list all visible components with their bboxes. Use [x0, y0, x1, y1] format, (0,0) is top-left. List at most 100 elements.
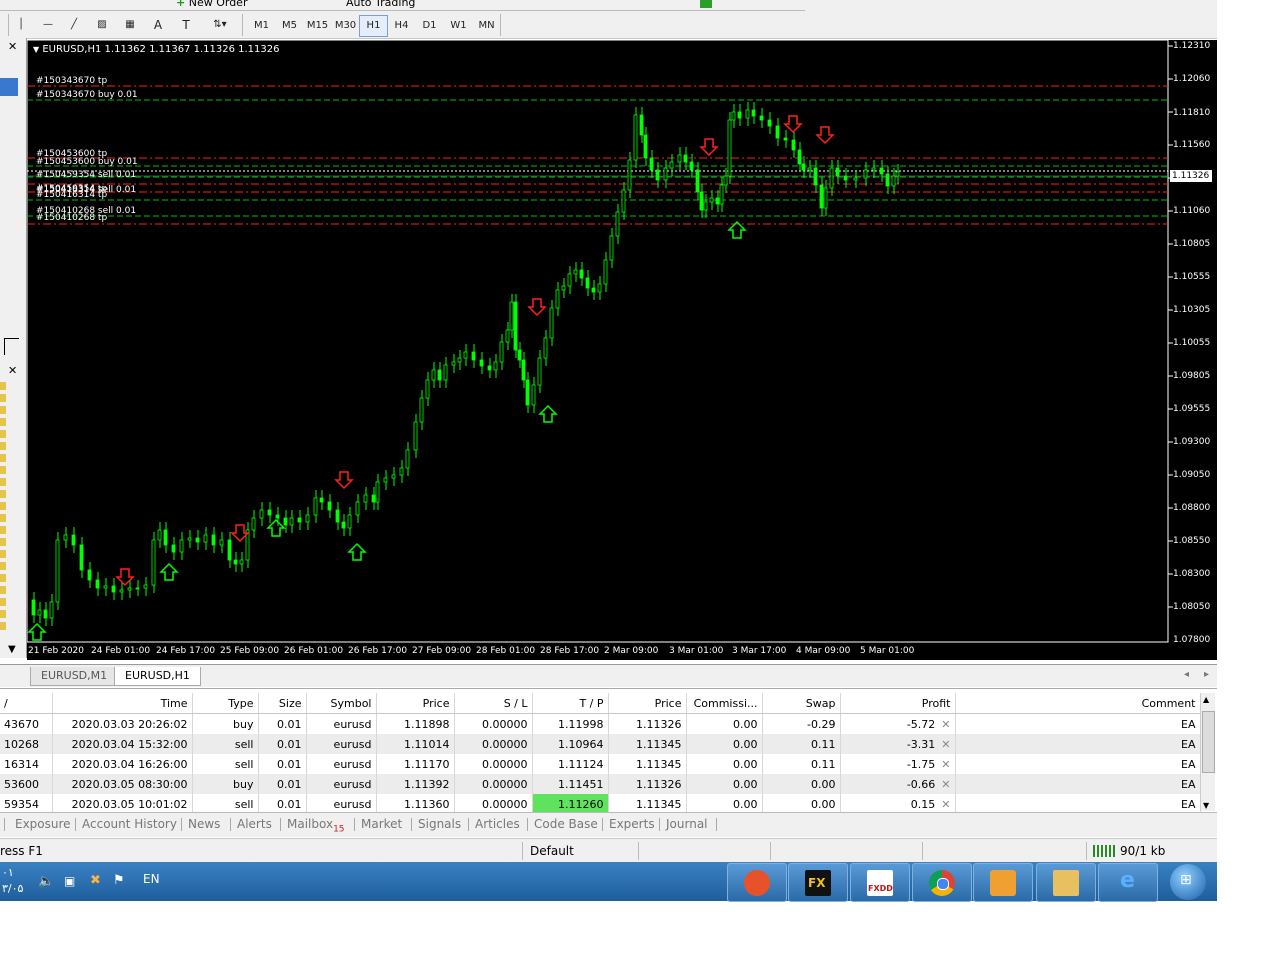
table-row[interactable]: 53600 2020.03.05 08:30:00 buy 0.01 eurusd 1.1… — [0, 774, 1201, 794]
new-order-label: New Order — [188, 0, 248, 9]
column-header[interactable]: Swap — [762, 693, 841, 714]
close-order-icon[interactable]: ✕ — [941, 778, 950, 791]
candle-body — [425, 379, 430, 399]
cell-text: 0.01 — [277, 797, 302, 811]
taskbar-app-red[interactable] — [727, 863, 787, 902]
table-row[interactable]: 10268 2020.03.04 15:32:00 sell 0.01 eurusd 1.… — [0, 734, 1201, 754]
column-header[interactable]: T / P — [532, 693, 609, 714]
timeframe-m5-button[interactable]: M5 — [275, 15, 304, 37]
timeframe-w1-button[interactable]: W1 — [444, 15, 473, 37]
close-order-icon[interactable]: ✕ — [941, 798, 950, 811]
terminal-tab-journal[interactable]: Journal — [666, 816, 708, 832]
scroll-right-icon[interactable]: ▸ — [1204, 669, 1209, 680]
auto-trading-button[interactable]: Auto Trading — [346, 0, 415, 9]
cell-text: 0.15 — [910, 797, 936, 811]
column-header[interactable]: Price — [608, 693, 687, 714]
timeframe-h1-button[interactable]: H1 — [359, 15, 388, 37]
terminal-tab-alerts[interactable]: Alerts — [237, 816, 272, 832]
table-row[interactable]: 43670 2020.03.03 20:26:02 buy 0.01 eurusd 1.1… — [0, 713, 1201, 734]
taskbar-app-fx[interactable]: FX — [788, 863, 848, 902]
column-header[interactable]: Size — [258, 693, 307, 714]
channel-icon[interactable]: ▨ — [92, 14, 112, 36]
taskbar-app-ie[interactable]: e — [1098, 863, 1158, 902]
timeframe-m15-button[interactable]: M15 — [303, 15, 332, 37]
column-header[interactable]: Comment — [955, 693, 1201, 714]
volume-icon[interactable]: 🔈 — [38, 874, 54, 889]
terminal-tab-market[interactable]: Market — [361, 816, 402, 832]
table-body: 43670 2020.03.03 20:26:02 buy 0.01 eurusd 1.1… — [0, 713, 1201, 814]
table-cell: 1.11345 — [608, 794, 687, 814]
tab-eurusd-h1[interactable]: EURUSD,H1 — [114, 667, 201, 686]
flag-icon[interactable]: ⚑ — [113, 873, 125, 888]
text-icon[interactable]: A — [150, 14, 166, 36]
scroll-down-icon[interactable]: ▼ — [1203, 801, 1209, 810]
scroll-down-icon[interactable]: ▼ — [8, 644, 16, 655]
table-row[interactable]: 16314 2020.03.04 16:26:00 sell 0.01 eurusd 1.… — [0, 754, 1201, 774]
terminal-tab-signals[interactable]: Signals — [418, 816, 461, 832]
tab-eurusd-m1[interactable]: EURUSD,M1 — [30, 667, 119, 686]
close-order-icon[interactable]: ✕ — [941, 758, 950, 771]
scroll-left-icon[interactable]: ◂ — [1184, 669, 1189, 680]
timeframe-h4-button[interactable]: H4 — [387, 15, 416, 37]
taskbar-app-explorer[interactable] — [1036, 863, 1096, 902]
column-header[interactable]: Type — [192, 693, 259, 714]
close-order-icon[interactable]: ✕ — [941, 718, 950, 731]
network-icon[interactable]: ▣ — [64, 874, 75, 888]
terminal-tab-mailbox[interactable]: Mailbox15 — [287, 816, 345, 834]
terminal-tab-news[interactable]: News — [188, 816, 220, 832]
close-icon[interactable]: ✕ — [8, 40, 17, 53]
terminal-tab-account-history[interactable]: Account History — [82, 816, 177, 832]
terminal-tab-exposure[interactable]: Exposure — [15, 816, 71, 832]
column-header[interactable]: Commissi... — [686, 693, 763, 714]
close-icon[interactable]: ✕ — [8, 364, 17, 377]
column-header[interactable]: Profit — [840, 693, 956, 714]
taskbar-app-chrome[interactable] — [912, 863, 972, 902]
scroll-up-icon[interactable]: ▲ — [1203, 695, 1209, 704]
cell-text: 10268 — [4, 737, 39, 751]
new-order-button[interactable]: + New Order — [176, 0, 247, 9]
candle-body — [371, 494, 376, 503]
timeframe-m30-button[interactable]: M30 — [331, 15, 360, 37]
cell-text: sell — [234, 757, 254, 771]
start-button[interactable]: ⊞ — [1170, 864, 1206, 900]
cell-text: -5.72 — [906, 717, 936, 731]
candle-body — [375, 481, 380, 503]
cursor-line-icon[interactable]: │ — [14, 14, 28, 36]
column-header[interactable]: Symbol — [306, 693, 377, 714]
trendline-icon[interactable]: — — [38, 14, 58, 36]
taskbar-app-media[interactable] — [973, 863, 1033, 902]
dropdown-icon[interactable]: ▼ — [33, 45, 39, 54]
timeframe-mn-button[interactable]: MN — [472, 15, 501, 37]
table-cell: 1.11014 — [376, 734, 455, 754]
language-indicator[interactable]: EN — [143, 872, 160, 886]
column-header[interactable]: Time — [52, 693, 193, 714]
cell-text: 0.00000 — [482, 777, 528, 791]
scrollbar-thumb[interactable] — [1202, 711, 1215, 773]
column-header[interactable]: / — [0, 693, 53, 714]
terminal-tab-articles[interactable]: Articles — [475, 816, 520, 832]
candle-body — [37, 609, 42, 616]
fibonacci-icon[interactable]: ▦ — [120, 14, 140, 36]
timeframe-d1-button[interactable]: D1 — [415, 15, 444, 37]
column-header[interactable]: S / L — [454, 693, 533, 714]
taskbar-app-fxdd[interactable]: FXDD — [850, 863, 910, 902]
terminal-tab-code-base[interactable]: Code Base — [534, 816, 598, 832]
timeframe-m1-button[interactable]: M1 — [247, 15, 276, 37]
diagonal-line-icon[interactable]: ╱ — [64, 14, 84, 36]
candle-body — [437, 369, 442, 381]
terminal-tab-experts[interactable]: Experts — [609, 816, 655, 832]
table-row[interactable]: 59354 2020.03.05 10:01:02 sell 0.01 eurusd 1.… — [0, 794, 1201, 814]
close-order-icon[interactable]: ✕ — [941, 738, 950, 751]
vertical-scrollbar[interactable]: ▲ ▼ — [1200, 693, 1215, 811]
price-chart[interactable]: ▼ EURUSD,H1 1.11362 1.11367 1.11326 1.11… — [27, 40, 1217, 660]
candle-body — [813, 167, 818, 186]
candle-body — [561, 285, 566, 291]
column-header[interactable]: Price — [376, 693, 455, 714]
arrows-dropdown-icon[interactable]: ⇅▾ — [206, 14, 234, 36]
new-chart-icon[interactable] — [700, 0, 712, 8]
table-cell: EA — [955, 794, 1201, 814]
tools-icon[interactable]: ✖ — [90, 873, 101, 888]
selected-item[interactable] — [0, 78, 18, 96]
candle-body — [163, 529, 168, 546]
text-label-icon[interactable]: T — [176, 14, 196, 36]
